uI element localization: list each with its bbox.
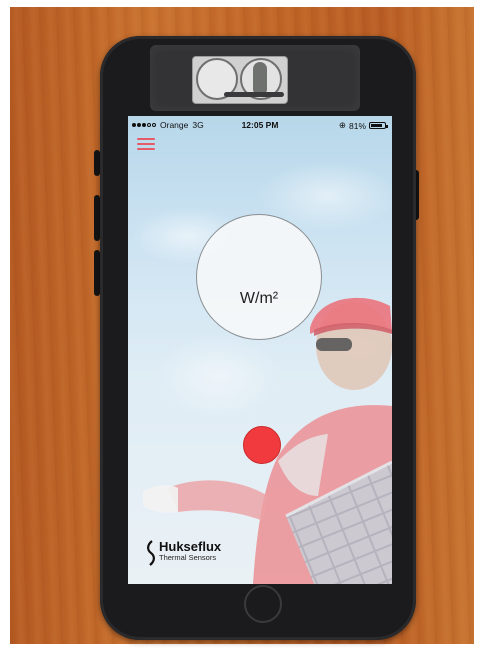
- brand-tagline: Thermal Sensors: [159, 553, 217, 562]
- sensor-cap: [253, 62, 267, 96]
- irradiance-gauge: W/m²: [196, 214, 322, 340]
- hamburger-menu-icon[interactable]: [137, 138, 155, 152]
- photo-overlay: [128, 116, 392, 584]
- app-screen: Orange 3G 12:05 PM ⊕ 81% W/m² Hukseflux …: [128, 116, 392, 584]
- brand-logo: Hukseflux Thermal Sensors: [146, 540, 221, 566]
- measure-button[interactable]: [243, 426, 281, 464]
- status-bar: Orange 3G 12:05 PM ⊕ 81%: [128, 116, 392, 134]
- battery-percent: 81%: [348, 120, 366, 131]
- brand-name: Hukseflux: [159, 539, 222, 554]
- speaker-grille: [224, 92, 284, 97]
- battery-icon: [369, 122, 388, 129]
- gauge-unit: W/m²: [239, 290, 279, 307]
- battery-fill: [371, 124, 382, 127]
- rotation-lock-icon: ⊕: [338, 120, 346, 130]
- home-button: [244, 585, 282, 623]
- hukseflux-logo-icon: [147, 540, 155, 566]
